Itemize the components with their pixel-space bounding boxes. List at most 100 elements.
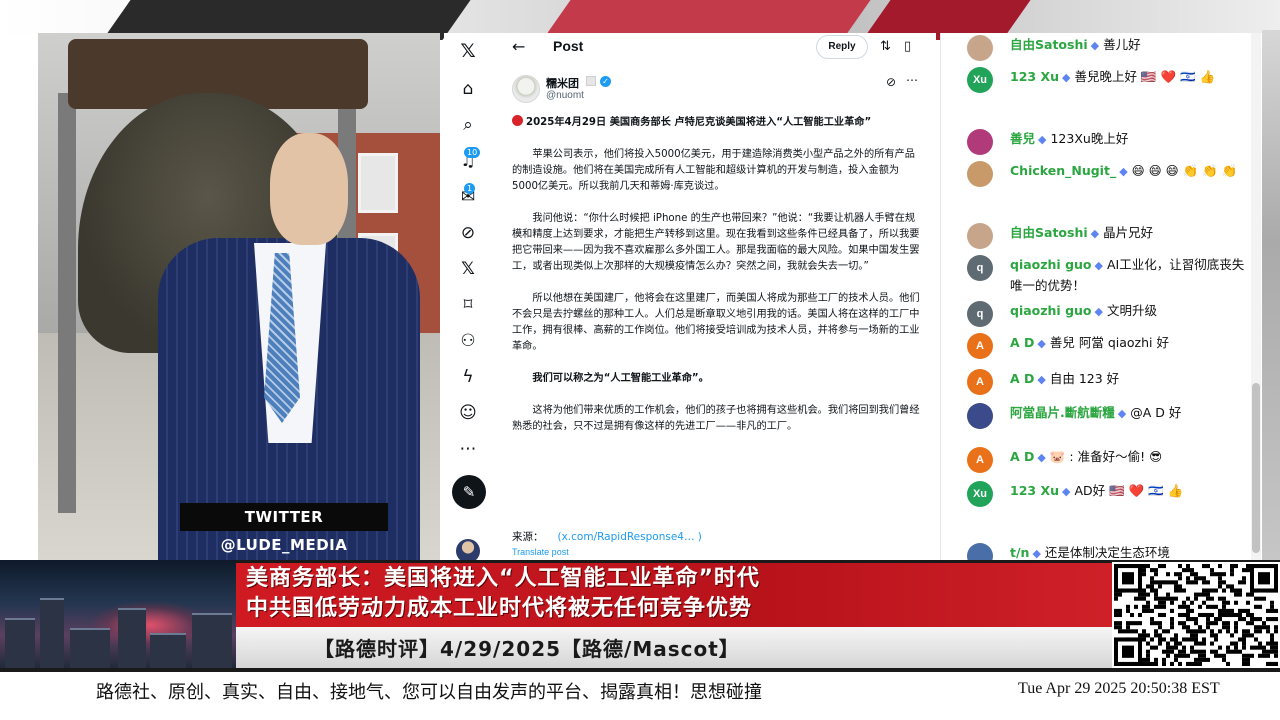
grok-explain-icon[interactable]: ⊘ bbox=[886, 75, 896, 89]
chat-username[interactable]: 123 Xu bbox=[1010, 483, 1059, 498]
headline-line-1: 美商务部长：美国将进入“人工智能工业革命”时代 bbox=[246, 566, 760, 591]
post-more-icon[interactable]: ⋯ bbox=[906, 73, 918, 87]
member-badge-icon: ◆ bbox=[1117, 407, 1127, 420]
filter-settings-icon[interactable]: ⇅ bbox=[880, 39, 891, 54]
chat-message-line: 123 Xu ◆ AD好 🇺🇸 ❤️ 🇮🇱 👍 bbox=[1010, 481, 1250, 502]
account-avatar[interactable] bbox=[456, 539, 480, 560]
twitter-handle-tag: TWITTER @LUDE_MEDIA bbox=[180, 503, 388, 554]
chat-message-line: 自由Satoshi ◆ 善儿好 bbox=[1010, 35, 1250, 56]
x-sidebar-nav: 𝕏 ⌂ ⌕ ♫ 10 ✉ 1 ⊘ 𝕏 ⌑ ⚇ ϟ ☺ ⋯ ✎ bbox=[444, 33, 492, 560]
post-paragraph: 这将为他们带来优质的工作机会，他们的孩子也将拥有这些机会。我们将回到我们曾经熟悉… bbox=[512, 405, 920, 432]
broadcast-frame: TWITTER @LUDE_MEDIA 𝕏 ⌂ ⌕ ♫ 10 ✉ 1 ⊘ 𝕏 ⌑… bbox=[0, 0, 1280, 720]
bookmarks-icon[interactable]: ⌑ bbox=[456, 293, 480, 317]
chat-username[interactable]: qiaozhi guo bbox=[1010, 303, 1092, 318]
chat-message-line: Chicken_Nugit_ ◆ 😄 😄 😄 👏 👏 👏 bbox=[1010, 161, 1250, 182]
chat-avatar[interactable]: Xu bbox=[967, 481, 993, 507]
chat-avatar[interactable]: q bbox=[967, 301, 993, 327]
source-label: 来源： bbox=[512, 531, 544, 543]
post-header-title: Post bbox=[553, 38, 584, 54]
chat-avatar[interactable]: A bbox=[967, 369, 993, 395]
red-circle-icon bbox=[512, 115, 523, 126]
chat-avatar[interactable] bbox=[967, 161, 993, 187]
chat-message: A A D ◆ 🐷 : 准备好～偷! 😎 bbox=[967, 447, 1247, 479]
right-decor-strip bbox=[1262, 30, 1280, 560]
chat-message-line: A D ◆ 善兒 阿當 qiaozhi 好 bbox=[1010, 333, 1250, 354]
chat-text: 😄 😄 😄 👏 👏 👏 bbox=[1131, 163, 1238, 178]
translate-post-link[interactable]: Translate post bbox=[512, 547, 569, 557]
chat-avatar[interactable] bbox=[967, 403, 993, 429]
chat-text: 晶片兄好 bbox=[1103, 225, 1154, 240]
author-avatar[interactable] bbox=[512, 75, 540, 103]
chat-avatar[interactable] bbox=[967, 543, 993, 560]
member-badge-icon: ◆ bbox=[1061, 485, 1071, 498]
search-icon[interactable]: ⌕ bbox=[456, 113, 480, 137]
member-badge-icon: ◆ bbox=[1119, 165, 1128, 178]
messages-badge: 1 bbox=[464, 183, 476, 194]
back-arrow-icon[interactable]: ← bbox=[512, 37, 525, 56]
chat-username[interactable]: 善兒 bbox=[1010, 131, 1035, 146]
source-link[interactable]: (x.com/RapidResponse4… ) bbox=[558, 531, 702, 543]
chat-username[interactable]: t/n bbox=[1010, 545, 1029, 560]
chat-message-line: t/n ◆ 还是体制决定生态环境 bbox=[1010, 543, 1250, 560]
chat-text: 自由 123 好 bbox=[1049, 371, 1120, 386]
member-badge-icon: ◆ bbox=[1090, 227, 1100, 240]
source-row: 来源： (x.com/RapidResponse4… ) bbox=[512, 529, 702, 544]
chat-username[interactable]: Chicken_Nugit_ bbox=[1010, 163, 1116, 178]
chat-message-line: 自由Satoshi ◆ 晶片兄好 bbox=[1010, 223, 1250, 244]
x-logo-icon[interactable]: 𝕏 bbox=[456, 39, 480, 63]
chat-avatar[interactable]: q bbox=[967, 255, 993, 281]
chat-avatar[interactable]: A bbox=[967, 333, 993, 359]
post-paragraph: 所以他想在美国建厂，他将会在这里建厂，而美国人将成为那些工厂的技术人员。他们不会… bbox=[512, 293, 920, 352]
headline-line-2: 中共国低劳动力成本工业时代将被无任何竞争优势 bbox=[246, 596, 753, 621]
chat-avatar[interactable] bbox=[967, 35, 993, 61]
post-header: ← Post Reply ⇅ ▯ bbox=[500, 33, 936, 63]
member-badge-icon: ◆ bbox=[1037, 337, 1046, 350]
chat-username[interactable]: 123 Xu bbox=[1010, 69, 1059, 84]
chat-username[interactable]: A D bbox=[1010, 335, 1034, 350]
author-name[interactable]: 糯米团 bbox=[546, 75, 579, 91]
broadcast-clock: Tue Apr 29 2025 20:50:38 EST bbox=[1018, 680, 1220, 697]
chat-message: 自由Satoshi ◆ 晶片兄好 bbox=[967, 223, 1247, 255]
qr-code bbox=[1112, 562, 1280, 668]
post-paragraph: 我问他说：“你什么时候把 iPhone 的生产也带回来？”他说：“我要让机器人手… bbox=[512, 213, 920, 272]
chat-message-line: 123 Xu ◆ 善兒晚上好 🇺🇸 ❤️ 🇮🇱 👍 bbox=[1010, 67, 1250, 88]
home-icon[interactable]: ⌂ bbox=[456, 77, 480, 101]
chat-avatar[interactable]: A bbox=[967, 447, 993, 473]
communities-icon[interactable]: ⚇ bbox=[456, 329, 480, 353]
chat-username[interactable]: 阿當晶片.斷航斷糧 bbox=[1010, 405, 1115, 420]
city-night-thumbnail bbox=[0, 560, 236, 668]
chat-username[interactable]: 自由Satoshi bbox=[1010, 37, 1088, 52]
chat-text: AD好 🇺🇸 ❤️ 🇮🇱 👍 bbox=[1074, 483, 1184, 498]
chat-message-line: 善兒 ◆ 123Xu晚上好 bbox=[1010, 129, 1250, 150]
more-menu-icon[interactable]: ⋯ bbox=[456, 437, 480, 461]
chat-text: 123Xu晚上好 bbox=[1050, 131, 1129, 146]
chat-message: Xu 123 Xu ◆ 善兒晚上好 🇺🇸 ❤️ 🇮🇱 👍 bbox=[967, 67, 1247, 131]
compose-post-icon[interactable]: ✎ bbox=[452, 475, 486, 509]
chat-scrollbar-thumb[interactable] bbox=[1252, 383, 1260, 553]
chat-username[interactable]: A D bbox=[1010, 371, 1034, 386]
chat-message-line: qiaozhi guo ◆ 文明升级 bbox=[1010, 301, 1250, 322]
chat-username[interactable]: A D bbox=[1010, 449, 1034, 464]
chat-username[interactable]: 自由Satoshi bbox=[1010, 225, 1088, 240]
profile-icon[interactable]: ☺ bbox=[456, 401, 480, 425]
premium-x-icon[interactable]: 𝕏 bbox=[456, 257, 480, 281]
chat-message-line: 阿當晶片.斷航斷糧 ◆ @A D 好 bbox=[1010, 403, 1250, 424]
chat-message-line: A D ◆ 🐷 : 准备好～偷! 😎 bbox=[1010, 447, 1250, 468]
chat-message-line: A D ◆ 自由 123 好 bbox=[1010, 369, 1250, 390]
verified-orgs-icon[interactable]: ϟ bbox=[456, 365, 480, 389]
chat-avatar[interactable] bbox=[967, 223, 993, 249]
member-badge-icon: ◆ bbox=[1032, 547, 1041, 560]
reader-view-icon[interactable]: ▯ bbox=[904, 39, 911, 54]
chat-text: 还是体制决定生态环境 bbox=[1044, 545, 1170, 560]
reply-button[interactable]: Reply bbox=[816, 35, 868, 59]
grok-nav-icon[interactable]: ⊘ bbox=[456, 221, 480, 245]
author-handle[interactable]: @nuomt bbox=[546, 90, 584, 101]
chat-username[interactable]: qiaozhi guo bbox=[1010, 257, 1092, 272]
post-headline: 2025年4月29日 美国商务部长 卢特尼克谈美国将进入“人工智能工业革命” bbox=[512, 115, 920, 131]
top-decor-band bbox=[0, 0, 1280, 40]
chat-avatar[interactable]: Xu bbox=[967, 67, 993, 93]
member-badge-icon: ◆ bbox=[1061, 71, 1071, 84]
ticker-text: 路德社、原创、真实、自由、接地气、您可以自由发声的平台、揭露真相！思想碰撞 bbox=[96, 682, 762, 703]
chat-message: Chicken_Nugit_ ◆ 😄 😄 😄 👏 👏 👏 bbox=[967, 161, 1247, 225]
chat-avatar[interactable] bbox=[967, 129, 993, 155]
